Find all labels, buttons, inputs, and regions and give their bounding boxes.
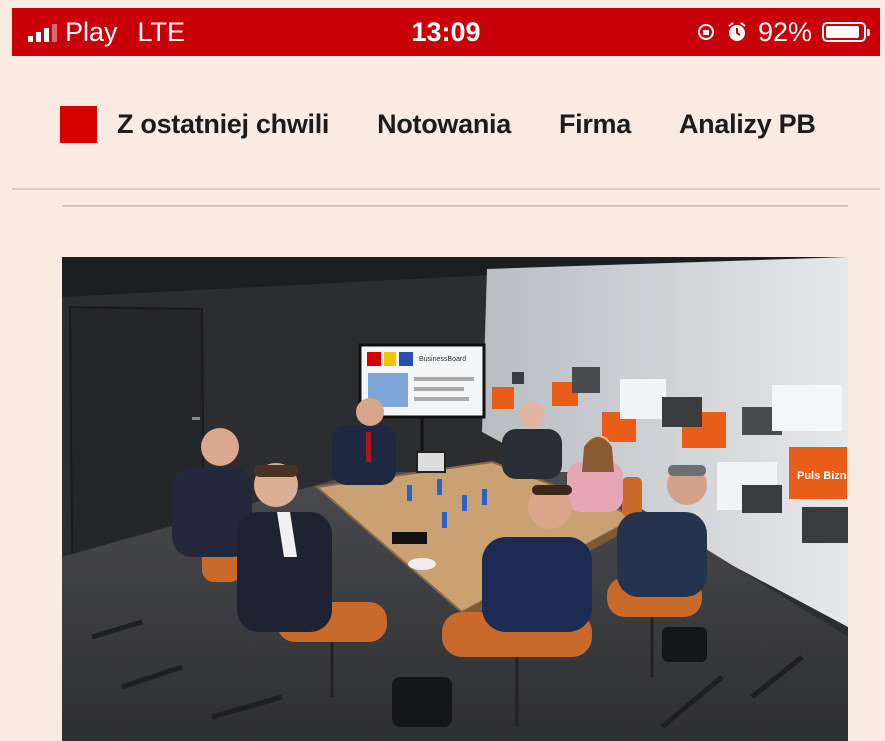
battery-icon bbox=[822, 22, 870, 42]
nav-item-notowania[interactable]: Notowania bbox=[377, 109, 511, 140]
nav-menu: Z ostatniej chwili Notowania Firma Anali… bbox=[117, 106, 864, 143]
wall-logo-text: Puls Biznesu bbox=[797, 470, 848, 482]
status-bar: Play LTE 13:09 92% bbox=[12, 8, 880, 56]
network-label: LTE bbox=[137, 16, 186, 47]
brand-logo-icon[interactable] bbox=[60, 106, 97, 143]
app-screen: Play LTE 13:09 92% Z ostatniej chwili No… bbox=[0, 0, 885, 741]
battery-fill bbox=[826, 26, 860, 38]
signal-icon bbox=[28, 22, 57, 42]
nav-item-firma[interactable]: Firma bbox=[559, 109, 631, 140]
carrier-label: Play bbox=[65, 16, 118, 47]
alarm-icon bbox=[728, 22, 746, 41]
top-navigation: Z ostatniej chwili Notowania Firma Anali… bbox=[12, 56, 880, 190]
status-right-group: 92% bbox=[696, 16, 870, 48]
rotation-lock-icon bbox=[697, 24, 714, 40]
screen-slide-title: BusinessBoard bbox=[419, 356, 466, 363]
meeting-room-illustration: BusinessBoard Puls Bizn bbox=[62, 257, 848, 741]
nav-item-analizy-pb[interactable]: Analizy PB bbox=[679, 109, 816, 140]
battery-percent: 92% bbox=[757, 16, 812, 47]
clock: 13:09 bbox=[411, 16, 481, 47]
content-divider bbox=[62, 205, 848, 207]
nav-item-z-ostatniej-chwili[interactable]: Z ostatniej chwili bbox=[117, 109, 329, 140]
article-photo[interactable]: BusinessBoard Puls Bizn bbox=[62, 257, 848, 741]
